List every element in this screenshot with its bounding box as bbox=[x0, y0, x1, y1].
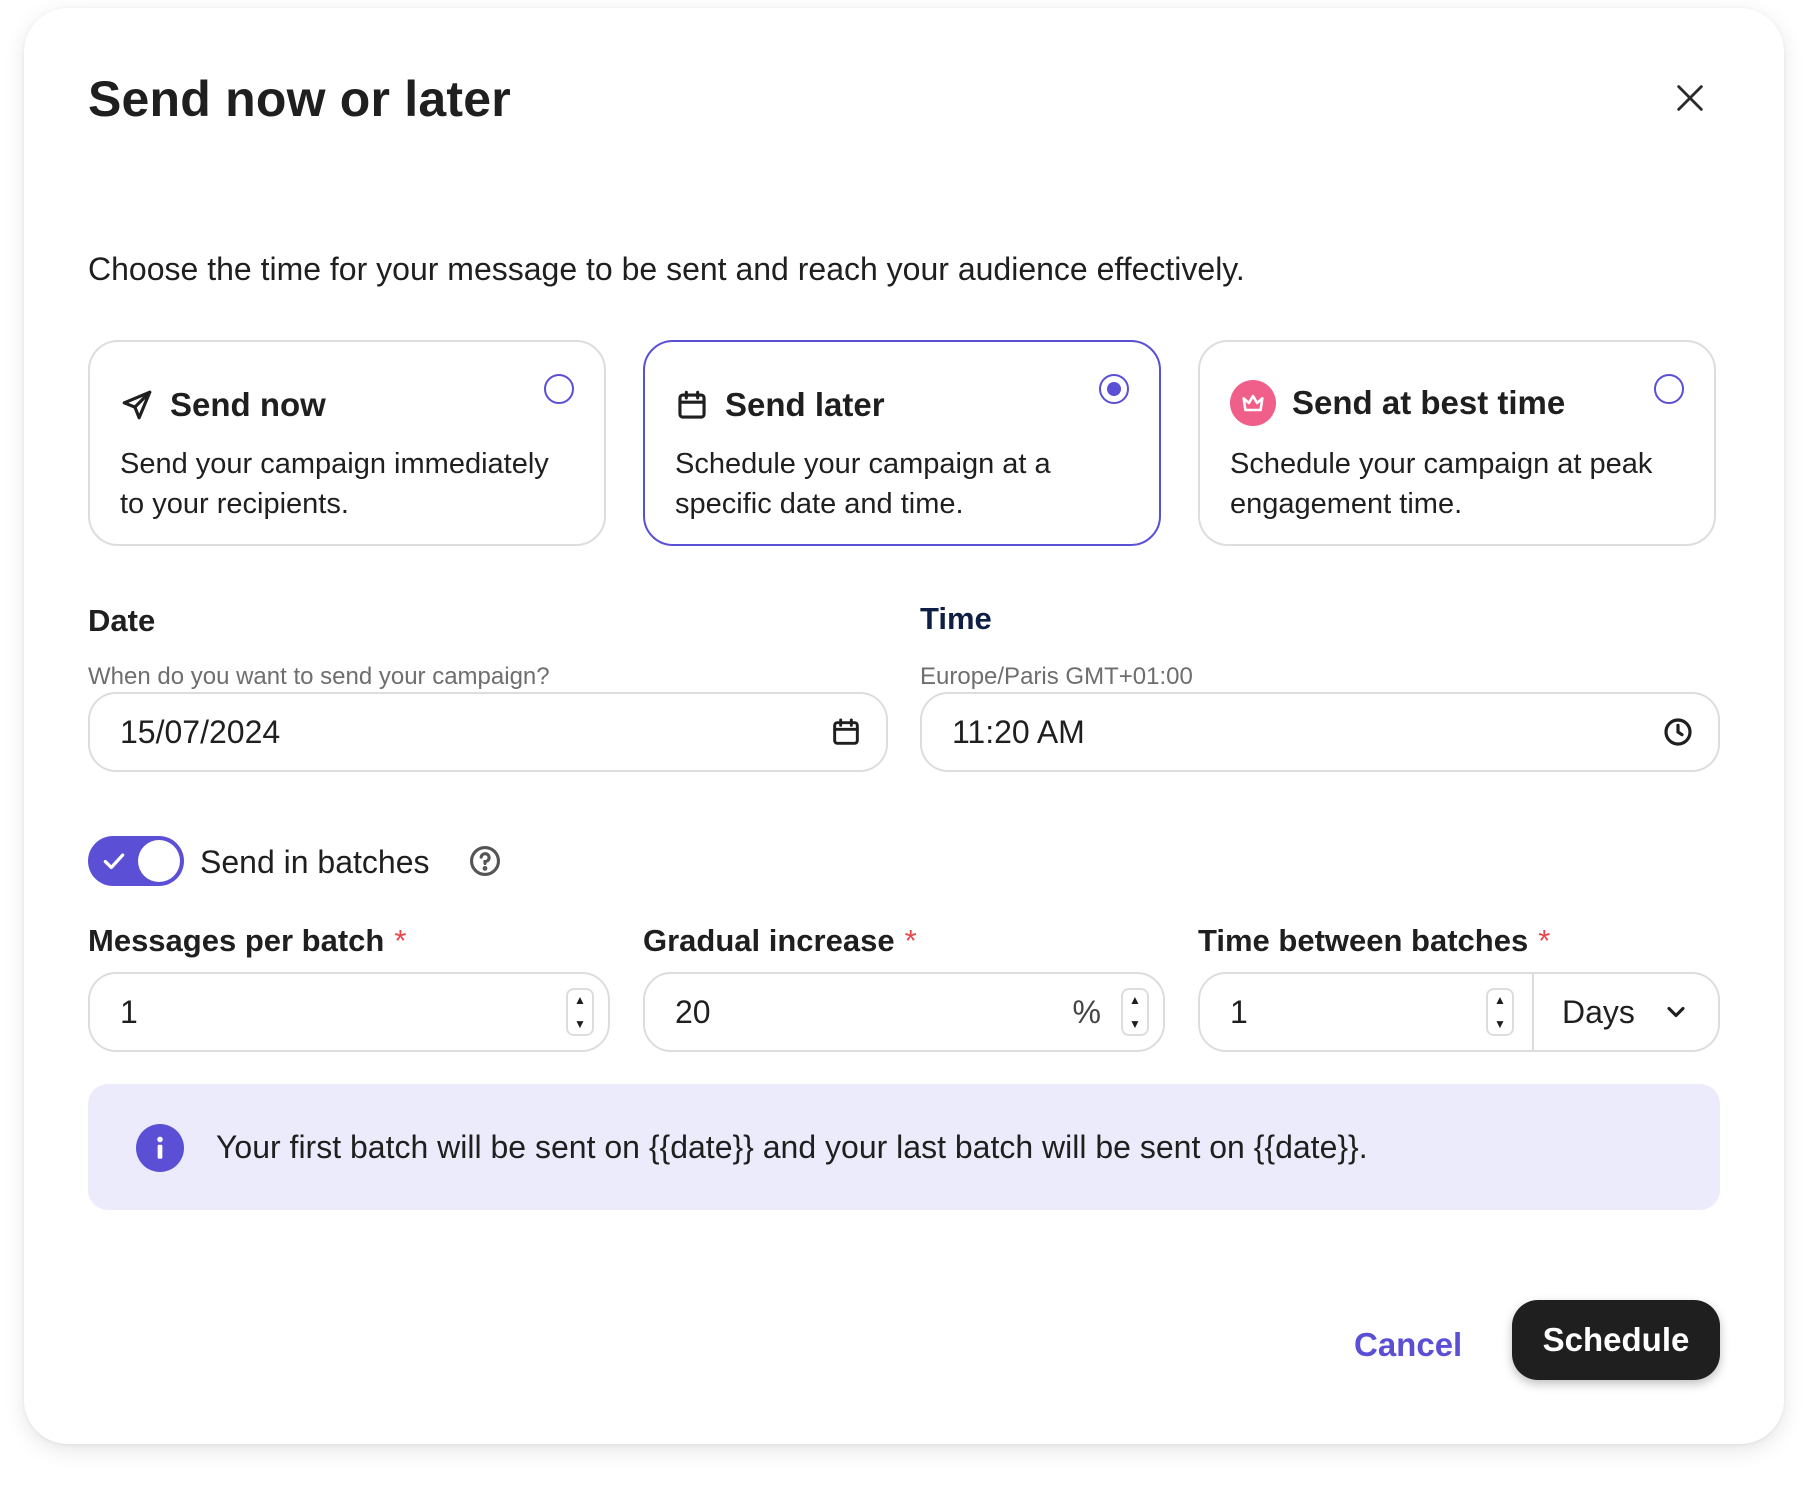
send-in-batches-toggle[interactable] bbox=[88, 836, 184, 886]
radio-send-now[interactable] bbox=[544, 374, 574, 404]
toggle-knob bbox=[138, 840, 180, 882]
help-icon[interactable] bbox=[468, 844, 502, 883]
time-between-batches-label: Time between batches * bbox=[1198, 923, 1550, 959]
send-icon bbox=[122, 390, 152, 420]
gradual-increase-value: 20 bbox=[675, 994, 711, 1030]
send-schedule-modal: Send now or later Choose the time for yo… bbox=[24, 8, 1784, 1444]
radio-send-later[interactable] bbox=[1099, 374, 1129, 404]
option-description: Send your campaign immediately to your r… bbox=[120, 448, 549, 520]
time-between-batches-value: 1 bbox=[1230, 994, 1248, 1030]
clock-icon[interactable] bbox=[1660, 714, 1696, 750]
gradual-increase-input[interactable]: 20 % ▲ ▼ bbox=[643, 972, 1165, 1052]
number-stepper[interactable]: ▲ ▼ bbox=[1486, 988, 1514, 1036]
date-value: 15/07/2024 bbox=[120, 714, 281, 750]
info-banner: Your first batch will be sent on {{date}… bbox=[88, 1084, 1720, 1210]
time-field[interactable]: 11:20 AM bbox=[920, 692, 1720, 772]
gradual-increase-label-text: Gradual increase bbox=[643, 923, 895, 958]
close-icon bbox=[1677, 85, 1703, 111]
option-card-send-now[interactable]: Send now Send your campaign immediately … bbox=[88, 340, 606, 546]
check-icon bbox=[103, 853, 125, 870]
info-icon bbox=[136, 1124, 184, 1172]
number-stepper[interactable]: ▲ ▼ bbox=[1121, 988, 1149, 1036]
stepper-up-icon[interactable]: ▲ bbox=[574, 993, 586, 1007]
option-title: Send now bbox=[170, 386, 326, 423]
chevron-down-icon bbox=[1667, 1006, 1685, 1018]
info-banner-text: Your first batch will be sent on {{date}… bbox=[216, 1129, 1368, 1165]
number-stepper[interactable]: ▲ ▼ bbox=[566, 988, 594, 1036]
date-hint: When do you want to send your campaign? bbox=[88, 663, 550, 690]
send-in-batches-label: Send in batches bbox=[200, 844, 430, 880]
stepper-down-icon[interactable]: ▼ bbox=[1129, 1017, 1141, 1031]
time-hint: Europe/Paris GMT+01:00 bbox=[920, 663, 1193, 690]
calendar-icon bbox=[678, 390, 706, 419]
schedule-button[interactable]: Schedule bbox=[1512, 1300, 1720, 1380]
modal-title: Send now or later bbox=[88, 71, 511, 127]
option-description: Schedule your campaign at a specific dat… bbox=[675, 448, 1051, 520]
time-unit-select[interactable]: Days bbox=[1534, 974, 1718, 1050]
date-label: Date bbox=[88, 603, 156, 638]
radio-send-best-time[interactable] bbox=[1654, 374, 1684, 404]
messages-per-batch-input[interactable]: 1 ▲ ▼ bbox=[88, 972, 610, 1052]
time-value: 11:20 AM bbox=[952, 714, 1085, 750]
option-title: Send later bbox=[725, 386, 885, 423]
required-mark: * bbox=[394, 923, 407, 958]
messages-per-batch-label: Messages per batch * bbox=[88, 923, 406, 959]
option-card-send-best-time[interactable]: Send at best time Schedule your campaign… bbox=[1198, 340, 1716, 546]
modal-description: Choose the time for your message to be s… bbox=[88, 251, 1245, 287]
time-unit-value: Days bbox=[1562, 994, 1635, 1030]
calendar-icon[interactable] bbox=[828, 714, 864, 750]
option-title: Send at best time bbox=[1292, 384, 1566, 421]
date-field[interactable]: 15/07/2024 bbox=[88, 692, 888, 772]
gradual-increase-label: Gradual increase * bbox=[643, 923, 917, 959]
time-between-batches-input[interactable]: 1 ▲ ▼ Days bbox=[1198, 972, 1720, 1052]
crown-icon bbox=[1230, 380, 1276, 426]
stepper-up-icon[interactable]: ▲ bbox=[1494, 993, 1506, 1007]
stepper-down-icon[interactable]: ▼ bbox=[1494, 1017, 1506, 1031]
time-between-batches-label-text: Time between batches bbox=[1198, 923, 1529, 958]
percent-unit: % bbox=[1072, 994, 1101, 1030]
option-description: Schedule your campaign at peak engagemen… bbox=[1230, 448, 1653, 520]
time-label: Time bbox=[920, 601, 992, 636]
required-mark: * bbox=[1538, 923, 1551, 958]
option-card-send-later[interactable]: Send later Schedule your campaign at a s… bbox=[643, 340, 1161, 546]
cancel-button[interactable]: Cancel bbox=[1354, 1326, 1462, 1364]
required-mark: * bbox=[904, 923, 917, 958]
messages-per-batch-label-text: Messages per batch bbox=[88, 923, 385, 958]
messages-per-batch-value: 1 bbox=[120, 994, 138, 1030]
stepper-up-icon[interactable]: ▲ bbox=[1129, 993, 1141, 1007]
stepper-down-icon[interactable]: ▼ bbox=[574, 1017, 586, 1031]
close-button[interactable] bbox=[1664, 72, 1716, 124]
